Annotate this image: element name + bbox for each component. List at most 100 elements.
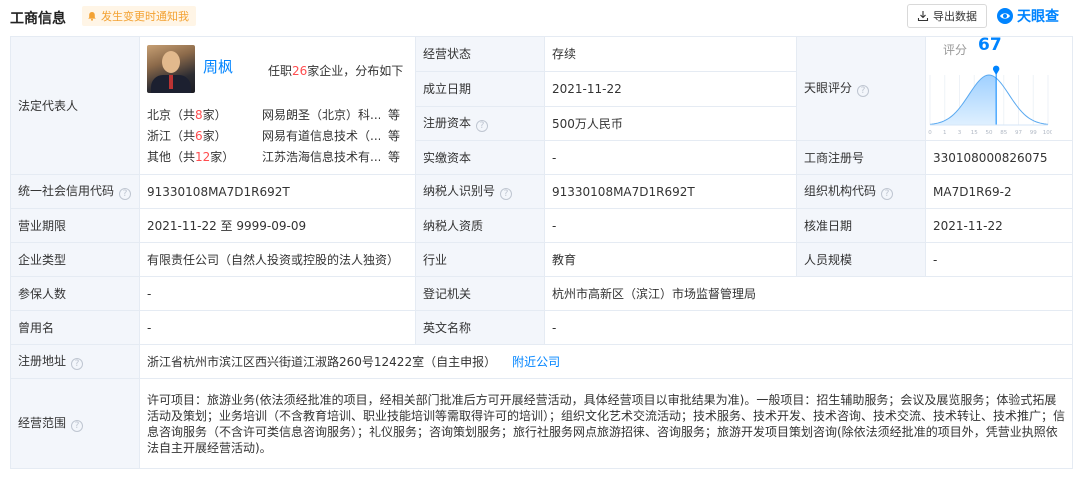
logo-eye-icon <box>997 8 1013 24</box>
region-row[interactable]: 浙江（共6家） 网易有道信息技术（... 等 <box>147 128 409 146</box>
score-tick-label: 99 <box>1030 130 1037 136</box>
export-button[interactable]: 导出数据 <box>907 4 987 28</box>
score-tick-label: 100 <box>1043 130 1052 136</box>
count-value: 26 <box>292 63 308 78</box>
legal-rep-name[interactable]: 周枫 <box>203 59 233 75</box>
org-code-value: MA7D1R69-2 <box>925 174 1073 209</box>
reg-capital-label-cell: 注册资本? <box>415 106 545 141</box>
help-icon[interactable]: ? <box>119 188 132 200</box>
help-icon[interactable]: ? <box>71 420 84 432</box>
taxpayer-id-label-cell: 纳税人识别号? <box>415 174 545 209</box>
biz-term-label: 营业期限 <box>10 208 140 243</box>
reg-capital-value: 500万人民币 <box>544 106 797 141</box>
export-label: 导出数据 <box>933 10 977 23</box>
scope-value: 许可项目：旅游业务(依法须经批准的项目，经相关部门批准后方可开展经营活动，具体经… <box>139 378 1073 469</box>
insured-label: 参保人数 <box>10 276 140 311</box>
score-marker-pin <box>992 65 1000 75</box>
tianyancha-logo[interactable]: 天眼查 <box>996 4 1059 28</box>
region-company[interactable]: 江苏浩海信息技术有... <box>262 149 380 167</box>
biz-term-value: 2021-11-22 至 9999-09-09 <box>139 208 416 243</box>
reg-number-label: 工商注册号 <box>796 140 926 175</box>
score-tick-label: 50 <box>986 130 993 136</box>
help-icon[interactable]: ? <box>500 188 513 200</box>
biz-status-label: 经营状态 <box>415 36 545 72</box>
count-suffix: 家企业，分布如下 <box>307 63 404 78</box>
score-tick-label: 85 <box>1000 130 1007 136</box>
region-label: 北京（共8家） <box>147 107 262 125</box>
english-name-value: - <box>544 310 1073 345</box>
region-count: 8 <box>195 107 203 122</box>
region-count: 6 <box>195 128 203 143</box>
region-suffix: 家） <box>202 107 227 122</box>
region-count: 12 <box>195 149 211 164</box>
avatar[interactable] <box>147 44 195 93</box>
business-info-table: 法定代表人 周枫 任职26家企业，分布如下 北京（共8家） 网易朗圣（北京）科.… <box>10 36 1073 469</box>
staff-size-label: 人员规模 <box>796 242 926 277</box>
notify-button[interactable]: 发生变更时通知我 <box>82 6 196 26</box>
region-row[interactable]: 北京（共8家） 网易朗圣（北京）科... 等 <box>147 107 409 125</box>
industry-value: 教育 <box>544 242 797 277</box>
download-icon <box>917 11 929 22</box>
notify-label: 发生变更时通知我 <box>101 10 189 23</box>
established-label: 成立日期 <box>415 71 545 107</box>
region-company[interactable]: 网易有道信息技术（... <box>262 128 380 146</box>
count-prefix: 任职 <box>268 63 293 78</box>
taxpayer-id-value: 91330108MA7D1R692T <box>544 174 797 209</box>
region-row[interactable]: 其他（共12家） 江苏浩海信息技术有... 等 <box>147 149 409 167</box>
biz-status-value: 存续 <box>544 36 797 72</box>
reg-number-value: 330108000826075 <box>925 140 1073 175</box>
former-name-value: - <box>139 310 416 345</box>
score-tick-label: 97 <box>1015 130 1022 136</box>
staff-size-value: - <box>925 242 1073 277</box>
legal-rep-count[interactable]: 任职26家企业，分布如下 <box>268 63 403 79</box>
taxpayer-qual-label: 纳税人资质 <box>415 208 545 243</box>
scope-label-cell: 经营范围? <box>10 378 140 469</box>
address-label: 注册地址 <box>18 354 67 368</box>
approval-date-label: 核准日期 <box>796 208 926 243</box>
region-prefix: 浙江（共 <box>147 128 196 143</box>
region-more: 等 <box>387 107 400 122</box>
region-prefix: 其他（共 <box>147 149 196 164</box>
org-code-label-cell: 组织机构代码? <box>796 174 926 209</box>
logo-text: 天眼查 <box>1017 9 1059 25</box>
score-area <box>930 74 997 125</box>
region-company[interactable]: 网易朗圣（北京）科... <box>262 107 380 125</box>
authority-value: 杭州市高新区（滨江）市场监督管理局 <box>544 276 1073 311</box>
bell-icon <box>88 12 96 21</box>
reg-capital-label: 注册资本 <box>423 116 472 130</box>
score-tick-label: 3 <box>958 130 962 136</box>
address-value: 浙江省杭州市滨江区西兴街道江淑路260号12422室（自主申报） <box>147 354 497 369</box>
score-tick-label: 0 <box>928 130 932 136</box>
region-suffix: 家） <box>202 128 227 143</box>
help-icon[interactable]: ? <box>881 188 894 200</box>
credit-code-value: 91330108MA7D1R692T <box>139 174 416 209</box>
help-icon[interactable]: ? <box>71 358 84 370</box>
help-icon[interactable]: ? <box>476 120 489 132</box>
org-code-label: 组织机构代码 <box>804 184 877 198</box>
credit-code-label-cell: 统一社会信用代码? <box>10 174 140 209</box>
region-prefix: 北京（共 <box>147 107 196 122</box>
score-label: 评分 <box>943 42 968 57</box>
scope-label: 经营范围 <box>18 416 67 430</box>
taxpayer-id-label: 纳税人识别号 <box>423 184 496 198</box>
tianyan-score-cell: 评分 67 0 1 3 15 50 85 97 99 100 <box>925 34 1073 141</box>
nearby-companies-link[interactable]: 附近公司 <box>512 355 560 369</box>
industry-label: 行业 <box>415 242 545 277</box>
taxpayer-qual-value: - <box>544 208 797 243</box>
region-label: 其他（共12家） <box>147 149 262 167</box>
former-name-label: 曾用名 <box>10 310 140 345</box>
region-more: 等 <box>387 149 400 164</box>
section-title: 工商信息 <box>10 11 66 27</box>
paid-capital-value: - <box>544 140 797 175</box>
legal-rep-label: 法定代表人 <box>10 36 140 175</box>
region-more: 等 <box>387 128 400 143</box>
address-label-cell: 注册地址? <box>10 344 140 379</box>
company-type-label: 企业类型 <box>10 242 140 277</box>
authority-label: 登记机关 <box>415 276 545 311</box>
established-value: 2021-11-22 <box>544 71 797 107</box>
address-cell: 浙江省杭州市滨江区西兴街道江淑路260号12422室（自主申报） 附近公司 <box>139 344 1073 379</box>
approval-date-value: 2021-11-22 <box>925 208 1073 243</box>
score-value: 67 <box>978 34 1002 55</box>
paid-capital-label: 实缴资本 <box>415 140 545 175</box>
region-label: 浙江（共6家） <box>147 128 262 146</box>
